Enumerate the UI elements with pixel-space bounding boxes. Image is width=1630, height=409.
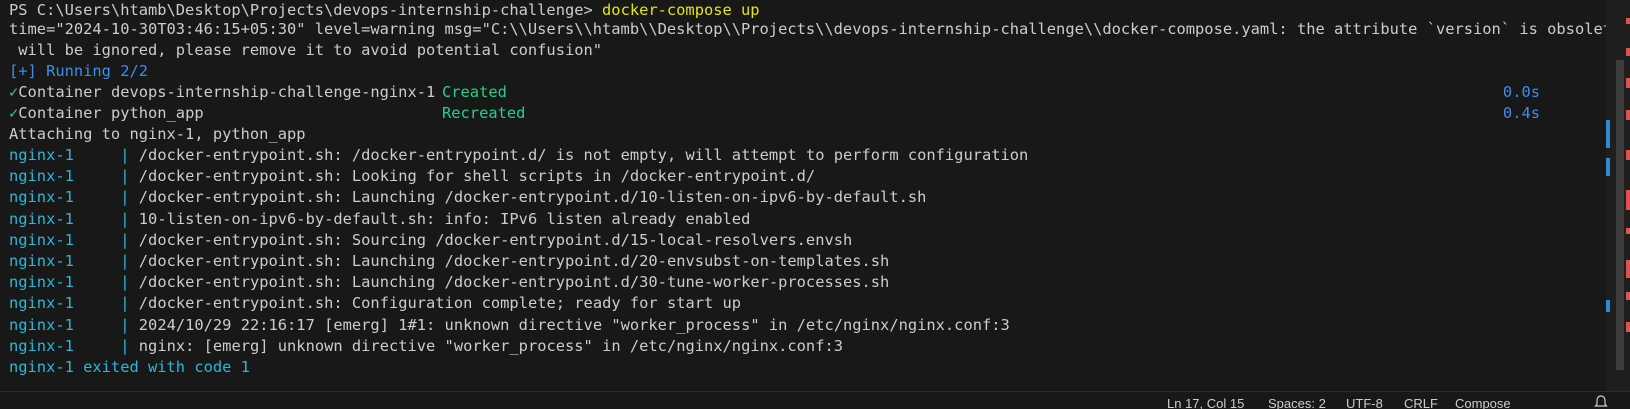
ruler-mark	[1626, 78, 1630, 88]
ruler-mark	[1606, 158, 1610, 176]
log-padding	[74, 273, 120, 291]
overview-ruler[interactable]	[1606, 0, 1630, 391]
prompt-prefix: PS C:\Users\htamb\Desktop\Projects\devop…	[9, 1, 603, 19]
log-pipe: |	[120, 273, 130, 292]
log-message: /docker-entrypoint.sh: Sourcing /docker-…	[138, 230, 853, 249]
status-bar: Ln 17, Col 15 Spaces: 2 UTF-8 CRLF Compo…	[0, 391, 1630, 409]
prompt-line: PS C:\Users\htamb\Desktop\Projects\devop…	[9, 0, 760, 21]
log-line: nginx-1 | 2024/10/29 22:16:17 [emerg] 1#…	[9, 315, 1010, 336]
container-row: ✓Container python_app	[9, 103, 204, 124]
log-padding	[74, 294, 120, 312]
log-padding	[74, 188, 120, 206]
ruler-mark	[1626, 322, 1630, 332]
log-message: /docker-entrypoint.sh: Configuration com…	[138, 294, 742, 313]
log-prefix: nginx-1	[9, 252, 74, 270]
log-pipe: |	[120, 209, 130, 228]
log-padding	[74, 231, 120, 249]
cursor-position[interactable]: Ln 17, Col 15	[1167, 392, 1244, 409]
notifications-bell-icon[interactable]	[1594, 394, 1608, 409]
log-line: nginx-1 | /docker-entrypoint.sh: Sourcin…	[9, 230, 852, 251]
log-line: nginx-1 | nginx: [emerg] unknown directi…	[9, 336, 843, 357]
ruler-mark	[1626, 228, 1630, 234]
log-prefix: nginx-1	[9, 146, 74, 164]
log-message: /docker-entrypoint.sh: Launching /docker…	[138, 252, 890, 270]
log-message: /docker-entrypoint.sh: Launching /docker…	[138, 273, 890, 292]
log-message: /docker-entrypoint.sh: Looking for shell…	[138, 167, 816, 186]
log-pipe: |	[120, 336, 130, 355]
log-pipe: |	[120, 167, 130, 186]
log-prefix: nginx-1	[9, 336, 74, 355]
log-pipe: |	[120, 188, 130, 207]
terminal-panel[interactable]: PS C:\Users\htamb\Desktop\Projects\devop…	[0, 0, 1606, 391]
log-line: nginx-1 | /docker-entrypoint.sh: /docker…	[9, 145, 1028, 166]
prompt-command: docker-compose up	[602, 1, 760, 19]
log-prefix: nginx-1	[9, 230, 74, 249]
end-of-line[interactable]: CRLF	[1404, 392, 1438, 409]
log-line: nginx-1 | /docker-entrypoint.sh: Launchi…	[9, 251, 889, 272]
warning-line-1: time="2024-10-30T03:46:15+05:30" level=w…	[9, 20, 1606, 38]
running-status: [+] Running 2/2	[9, 62, 148, 80]
ruler-mark	[1606, 300, 1610, 312]
log-message: /docker-entrypoint.sh: /docker-entrypoin…	[138, 146, 1029, 164]
log-padding	[74, 146, 120, 164]
log-padding	[74, 167, 120, 185]
indentation[interactable]: Spaces: 2	[1268, 392, 1326, 409]
log-padding	[74, 337, 120, 355]
check-icon: ✓	[9, 83, 19, 101]
log-line: nginx-1 | /docker-entrypoint.sh: Launchi…	[9, 272, 889, 293]
scrollbar-thumb[interactable]	[1616, 60, 1624, 370]
log-line: nginx-1 | /docker-entrypoint.sh: Launchi…	[9, 187, 926, 208]
log-padding	[74, 252, 120, 270]
exit-line: nginx-1 exited with code 1	[9, 358, 250, 376]
log-message: nginx: [emerg] unknown directive "worker…	[138, 336, 843, 355]
log-prefix: nginx-1	[9, 188, 74, 207]
check-icon: ✓	[9, 104, 19, 122]
log-message: 10-listen-on-ipv6-by-default.sh: info: I…	[138, 209, 751, 228]
log-padding	[74, 316, 120, 334]
log-pipe: |	[120, 315, 130, 334]
container-name: Container python_app	[18, 104, 204, 122]
container-time: 0.4s	[1502, 104, 1540, 122]
warning-line-2: will be ignored, please remove it to avo…	[9, 41, 603, 59]
ruler-mark	[1626, 190, 1630, 210]
log-pipe: |	[120, 146, 130, 164]
language-mode[interactable]: Compose	[1455, 392, 1511, 409]
log-pipe: |	[120, 252, 130, 270]
container-status: Created	[442, 83, 507, 101]
log-message: 2024/10/29 22:16:17 [emerg] 1#1: unknown…	[138, 315, 1010, 334]
ruler-mark	[1626, 292, 1630, 300]
log-message: /docker-entrypoint.sh: Launching /docker…	[138, 188, 927, 207]
attaching-line: Attaching to nginx-1, python_app	[9, 125, 306, 143]
log-line: nginx-1 | 10-listen-on-ipv6-by-default.s…	[9, 209, 750, 230]
log-prefix: nginx-1	[9, 273, 74, 292]
log-line: nginx-1 | /docker-entrypoint.sh: Configu…	[9, 293, 741, 314]
ruler-mark	[1626, 150, 1630, 160]
ruler-mark	[1626, 110, 1630, 120]
ruler-mark	[1626, 18, 1630, 24]
log-prefix: nginx-1	[9, 315, 74, 334]
log-pipe: |	[120, 230, 130, 249]
log-prefix: nginx-1	[9, 294, 74, 313]
log-line: nginx-1 | /docker-entrypoint.sh: Looking…	[9, 166, 815, 187]
encoding[interactable]: UTF-8	[1346, 392, 1383, 409]
container-row: ✓Container devops-internship-challenge-n…	[9, 82, 435, 103]
ruler-mark	[1606, 120, 1610, 148]
container-status: Recreated	[442, 104, 526, 122]
container-name: Container devops-internship-challenge-ng…	[18, 83, 436, 101]
ruler-mark	[1626, 260, 1630, 278]
log-prefix: nginx-1	[9, 167, 74, 186]
ruler-mark	[1626, 48, 1630, 56]
log-prefix: nginx-1	[9, 209, 74, 228]
container-time: 0.0s	[1502, 83, 1540, 101]
log-pipe: |	[120, 294, 130, 313]
log-padding	[74, 210, 120, 228]
